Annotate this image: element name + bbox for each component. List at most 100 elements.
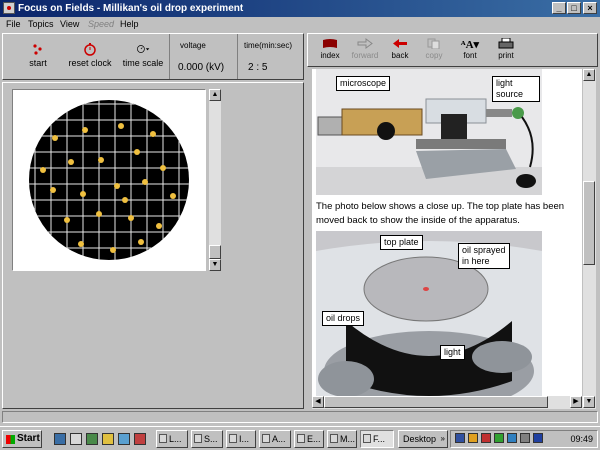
start-icon bbox=[33, 44, 42, 55]
menu-file[interactable]: File bbox=[6, 17, 21, 31]
desktop-quick-icon[interactable] bbox=[118, 433, 130, 445]
menu-view[interactable]: View bbox=[60, 17, 79, 31]
oil-drop bbox=[96, 211, 102, 217]
index-button[interactable]: index bbox=[316, 38, 344, 60]
start-button[interactable]: start bbox=[23, 42, 53, 68]
task-button-2[interactable]: S... bbox=[191, 430, 223, 448]
copy-icon bbox=[427, 38, 440, 50]
task-button-active[interactable]: F... bbox=[360, 430, 394, 448]
scroll-thumb[interactable] bbox=[209, 245, 221, 259]
oil-drop bbox=[52, 135, 58, 141]
scroll-down-icon[interactable]: ▼ bbox=[583, 396, 595, 408]
oil-drop bbox=[82, 127, 88, 133]
task-button-4[interactable]: A... bbox=[259, 430, 291, 448]
forward-button[interactable]: forward bbox=[348, 38, 382, 60]
oil-drop bbox=[110, 247, 116, 253]
scroll-left-icon[interactable]: ◀ bbox=[312, 396, 324, 408]
help-content[interactable]: microscope light source The photo below … bbox=[312, 69, 582, 409]
explorer-icon[interactable] bbox=[70, 433, 82, 445]
app-icon[interactable] bbox=[3, 2, 15, 14]
content-horizontal-scrollbar[interactable]: ◀ ▶ bbox=[312, 396, 583, 409]
oil-drop bbox=[80, 191, 86, 197]
index-label: index bbox=[320, 51, 340, 60]
font-button[interactable]: ᴬA▾ font bbox=[456, 38, 484, 60]
time-scale-button[interactable]: time scale bbox=[121, 42, 165, 68]
clock-dropdown-icon bbox=[137, 45, 150, 53]
task-button-3[interactable]: I... bbox=[226, 430, 256, 448]
start-label: Start bbox=[17, 433, 40, 444]
task-button-5[interactable]: E... bbox=[294, 430, 324, 448]
minimize-button[interactable]: _ bbox=[552, 2, 566, 14]
window-title-bar[interactable]: Focus on Fields - Millikan's oil drop ex… bbox=[0, 0, 600, 17]
copy-button[interactable]: copy bbox=[422, 38, 446, 60]
tray-status-icon[interactable] bbox=[494, 433, 504, 443]
callout-light: light bbox=[440, 345, 465, 360]
voltage-readout: voltage 0.000 (kV) bbox=[169, 34, 237, 79]
volume-icon[interactable] bbox=[520, 433, 530, 443]
callout-oil-drops: oil drops bbox=[322, 311, 365, 326]
close-button[interactable]: × bbox=[583, 2, 597, 14]
copy-label: copy bbox=[425, 51, 443, 60]
font-icon: ᴬA▾ bbox=[460, 39, 480, 51]
tray-antivirus-icon[interactable] bbox=[481, 433, 491, 443]
tray-monitor-icon[interactable] bbox=[507, 433, 517, 443]
print-label: print bbox=[498, 51, 514, 60]
system-tray: 09:49 bbox=[450, 430, 598, 448]
scroll-up-icon[interactable]: ▲ bbox=[583, 69, 595, 81]
media-icon[interactable] bbox=[134, 433, 146, 445]
scroll-thumb[interactable] bbox=[583, 181, 595, 265]
menu-help[interactable]: Help bbox=[120, 17, 139, 31]
start-button[interactable]: Start bbox=[2, 430, 42, 448]
scroll-right-icon[interactable]: ▶ bbox=[570, 396, 582, 408]
task-icon bbox=[262, 434, 270, 443]
voltage-value: 0.000 (kV) bbox=[178, 62, 225, 73]
outlook-icon[interactable] bbox=[86, 433, 98, 445]
back-label: back bbox=[391, 51, 409, 60]
scroll-down-icon[interactable]: ▼ bbox=[209, 259, 221, 271]
index-icon bbox=[323, 39, 337, 48]
windows-logo-icon bbox=[6, 435, 15, 444]
oil-drop bbox=[128, 215, 134, 221]
desktop-label: Desktop bbox=[403, 434, 437, 444]
description-paragraph: The photo below shows a close up. The to… bbox=[316, 201, 565, 226]
back-button[interactable]: back bbox=[388, 38, 412, 60]
menu-topics[interactable]: Topics bbox=[28, 17, 54, 31]
task-button-1[interactable]: L... bbox=[156, 430, 188, 448]
start-label: start bbox=[29, 58, 47, 68]
folder-icon[interactable] bbox=[102, 433, 114, 445]
oil-drop bbox=[122, 197, 128, 203]
tray-display-icon[interactable] bbox=[533, 433, 543, 443]
reset-clock-label: reset clock bbox=[68, 58, 112, 68]
back-arrow-icon bbox=[393, 39, 407, 48]
oil-drop-field bbox=[29, 100, 189, 260]
maximize-button[interactable]: □ bbox=[567, 2, 581, 14]
oil-drop bbox=[68, 159, 74, 165]
stopwatch-icon bbox=[84, 43, 96, 56]
tray-app-icon[interactable] bbox=[468, 433, 478, 443]
voltage-label: voltage bbox=[180, 41, 206, 50]
reset-clock-button[interactable]: reset clock bbox=[65, 42, 115, 68]
double-chevron-icon: » bbox=[440, 434, 445, 443]
font-label: font bbox=[463, 51, 477, 60]
task-icon bbox=[159, 434, 167, 443]
window-title: Focus on Fields - Millikan's oil drop ex… bbox=[18, 3, 244, 14]
print-button[interactable]: print bbox=[494, 37, 518, 60]
scroll-up-icon[interactable]: ▲ bbox=[209, 89, 221, 101]
simulation-scrollbar[interactable]: ▲ ▼ bbox=[209, 89, 221, 271]
oil-drop bbox=[142, 179, 148, 185]
content-vertical-scrollbar[interactable]: ▲ ▼ bbox=[583, 69, 596, 409]
time-value: 2 : 5 bbox=[248, 62, 268, 73]
menu-speed[interactable]: Speed bbox=[88, 17, 114, 31]
microscope-view[interactable] bbox=[12, 89, 206, 271]
clock[interactable]: 09:49 bbox=[570, 434, 593, 444]
scroll-thumb[interactable] bbox=[324, 396, 548, 408]
forward-arrow-icon bbox=[357, 38, 373, 49]
ie-icon[interactable] bbox=[54, 433, 66, 445]
oil-drop bbox=[78, 241, 84, 247]
status-bar bbox=[2, 411, 598, 423]
network-icon[interactable] bbox=[455, 433, 465, 443]
task-button-6[interactable]: M... bbox=[327, 430, 357, 448]
taskbar: Start L... S... I... A... E... M... F...… bbox=[0, 426, 600, 450]
callout-oil-sprayed: oil sprayed in here bbox=[458, 243, 510, 269]
desktop-toolbar[interactable]: Desktop » bbox=[398, 430, 448, 448]
